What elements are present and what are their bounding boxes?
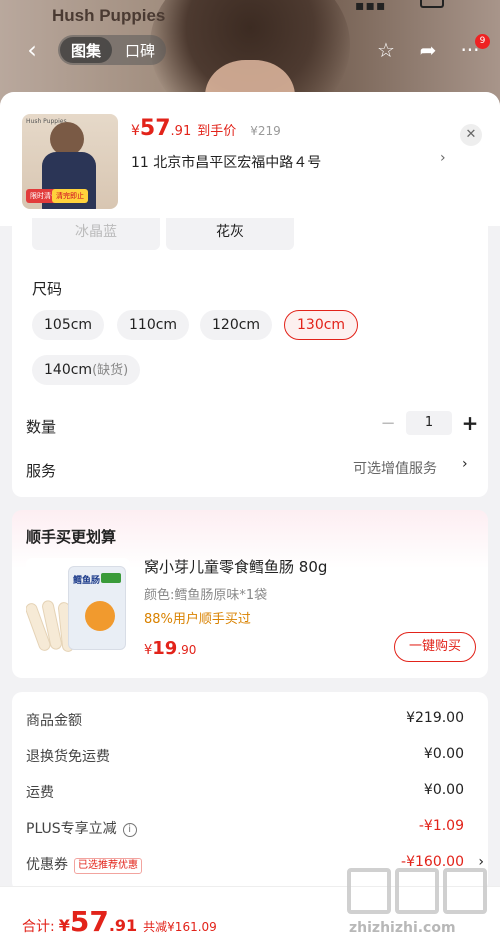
addon-product-color: 颜色:鳕鱼肠原味*1袋 [144,588,268,603]
quantity-title: 数量 [26,418,57,436]
addon-card: 顺手买更划算 鳕鱼肠 窝小芽儿童零食鳕鱼肠 80g 颜色:鳕鱼肠原味*1袋 88… [12,510,488,678]
summary-label: 优惠券 [26,857,68,873]
one-click-buy-button[interactable]: 一键购买 [394,632,476,662]
thumb-limited-tag: 清完即止 [52,189,88,203]
addon-buy-ratio: 88%用户顺手买过 [144,612,251,627]
watermark-text: zhizhizhi.com [349,920,456,936]
chevron-right-icon[interactable]: › [462,456,468,472]
size-option-130-selected[interactable]: 130cm [284,310,359,340]
summary-value: ¥219.00 [406,710,464,726]
delivery-address[interactable]: 11 北京市昌平区宏福中路４号 [131,152,321,172]
service-value[interactable]: 可选增值服务 [353,458,437,478]
summary-row-return-shipping: 退换货免运费 ¥0.00 [26,746,474,766]
total-label: 合计: [22,919,55,935]
total-currency: ¥ [58,916,70,935]
price-currency: ¥ [131,123,140,139]
size-option-140[interactable]: 140cm(缺货) [32,355,141,385]
tab-reviews[interactable]: 口碑 [114,35,166,65]
price-summary-card: 商品金额 ¥219.00 退换货免运费 ¥0.00 运费 ¥0.00 PLUS专… [12,692,488,892]
summary-row-shipping: 运费 ¥0.00 [26,782,474,802]
signal-icon: ▪▪▪ [355,0,387,14]
price-integer: 57 [139,116,171,141]
chevron-right-icon[interactable]: › [440,150,446,166]
addon-product-image[interactable]: 鳕鱼肠 [26,558,130,662]
total-savings: 共减¥161.09 [143,920,217,934]
product-thumbnail: Hush Puppies 限时清仓 清完即止 [22,114,118,209]
watermark-logo: zhizhizhi.com [345,868,495,946]
summary-row-plus-discount: PLUS专享立减 i -¥1.09 [26,818,474,838]
size-title: 尺码 [32,280,63,298]
minus-icon[interactable]: − [378,413,398,434]
addon-price-integer: 19 [152,638,178,659]
quantity-stepper: − 1 + [378,411,480,435]
info-icon[interactable]: i [122,823,137,837]
star-icon[interactable]: ☆ [372,36,400,64]
summary-label: 退换货免运费 [26,749,110,765]
tab-gallery[interactable]: 图集 [60,37,112,63]
thumb-kid-head [50,122,84,156]
cart-badge: 9 [475,34,490,49]
size-option-105[interactable]: 105cm [32,310,105,340]
purchase-sheet: Hush Puppies 限时清仓 清完即止 ¥ 57 .91 到手价 ¥219… [0,92,500,949]
package-label: 鳕鱼肠 [73,576,101,586]
price-decimal: .91 [170,124,192,139]
addon-price-decimal: .90 [177,643,197,657]
summary-row-goods: 商品金额 ¥219.00 [26,710,474,730]
view-toggle: 图集 口碑 [58,35,166,65]
summary-value: ¥0.00 [423,746,464,762]
plus-icon[interactable]: + [460,411,480,435]
summary-value: -¥1.09 [418,818,464,834]
color-option-ice-blue[interactable]: 冰晶蓝 [32,218,160,250]
summary-value: ¥0.00 [423,782,464,798]
battery-icon [420,0,444,8]
spec-card: 冰晶蓝 花灰 尺码 105cm 110cm 120cm 130cm 140cm(… [12,218,488,497]
out-of-stock-label: (缺货) [92,363,129,378]
price-line: ¥ 57 .91 到手价 ¥219 [131,116,281,141]
recommended-coupon-tag: 已选推荐优惠 [74,858,142,874]
close-icon[interactable]: ✕ [460,124,482,146]
service-title: 服务 [26,462,57,480]
total-integer: 57 [69,905,109,938]
addon-price-currency: ¥ [144,643,153,658]
size-option-120[interactable]: 120cm [200,310,273,340]
sheet-header: Hush Puppies 限时清仓 清完即止 ¥ 57 .91 到手价 ¥219… [0,92,500,226]
addon-product-name[interactable]: 窝小芽儿童零食鳕鱼肠 80g [144,556,327,577]
original-price: ¥219 [250,124,281,138]
total-price: 合计: ¥ 57 .91 共减¥161.09 [22,905,217,938]
summary-label: 运费 [26,785,54,801]
total-decimal: .91 [108,916,138,935]
back-icon[interactable]: ‹ [18,36,46,64]
brand-logo: Hush Puppies [52,6,166,25]
color-option-gray[interactable]: 花灰 [166,218,294,250]
quantity-input[interactable]: 1 [406,411,452,435]
package-tag [101,573,121,583]
size-option-110[interactable]: 110cm [117,310,190,340]
addon-price: ¥ 19 .90 [144,638,196,659]
package-mascot [85,601,115,631]
summary-label: 商品金额 [26,713,82,729]
package-shape: 鳕鱼肠 [68,566,126,650]
addon-section-title: 顺手买更划算 [26,528,117,546]
size-140-label: 140cm [44,362,93,378]
summary-label: PLUS专享立减 [26,821,117,837]
price-label: 到手价 [197,124,237,139]
share-icon[interactable]: ➦ [414,36,442,64]
